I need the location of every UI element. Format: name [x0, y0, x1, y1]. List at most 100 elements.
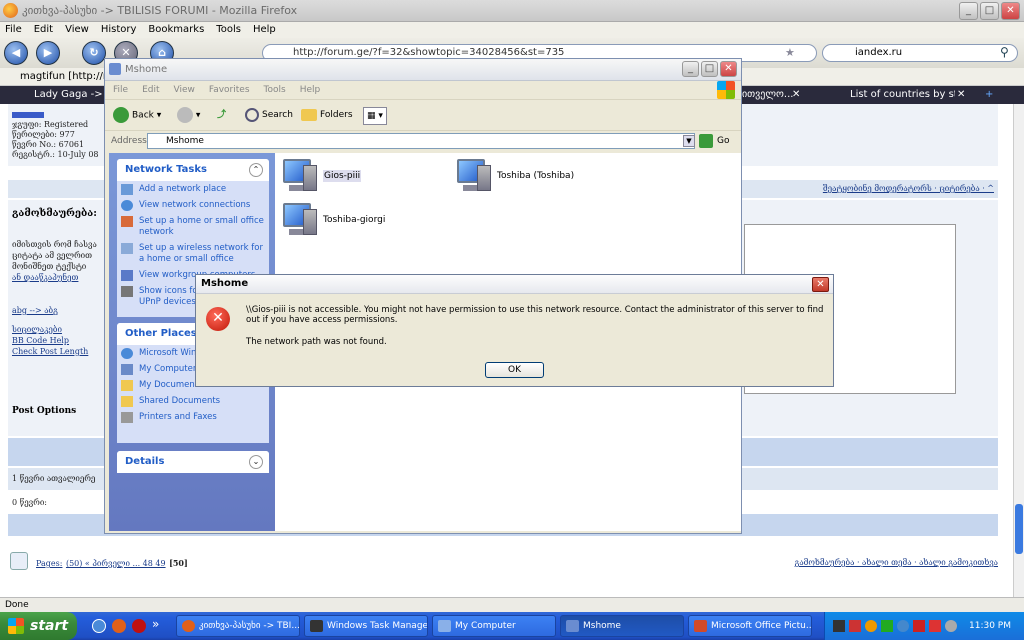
close-button[interactable]: ✕: [1001, 2, 1020, 20]
details-header[interactable]: Details ⌄: [117, 451, 269, 473]
setup-home-network[interactable]: Set up a home or small office network: [117, 213, 269, 240]
reply-new-topic-links[interactable]: გამოხმაურება · ახალი თემა · ახალი გამოკი…: [795, 558, 998, 567]
address-input[interactable]: Mshome: [147, 133, 695, 149]
place-label: Printers and Faxes: [139, 412, 217, 422]
quicklaunch-firefox-icon[interactable]: [112, 619, 126, 633]
forward-arrow-icon[interactable]: ▶: [36, 41, 60, 65]
computer-gios-piii[interactable]: Gios-piii: [279, 157, 362, 195]
tray-icon[interactable]: [881, 620, 893, 632]
menu-file[interactable]: File: [113, 81, 128, 99]
setup-wireless-network[interactable]: Set up a wireless network for a home or …: [117, 240, 269, 267]
tab-countries[interactable]: List of countries by st...: [830, 86, 955, 104]
task-my-computer[interactable]: My Computer: [432, 615, 556, 637]
ok-button[interactable]: OK: [485, 362, 544, 378]
menu-help[interactable]: Help: [253, 22, 276, 38]
search-icon[interactable]: ⚲: [1000, 45, 1009, 59]
star-icon[interactable]: ★: [785, 46, 795, 59]
menu-favorites[interactable]: Favorites: [209, 81, 250, 99]
task-task-manager[interactable]: Windows Task Manager: [304, 615, 428, 637]
menu-view[interactable]: View: [65, 22, 89, 38]
tab-lady-gaga[interactable]: Lady Gaga -> TE: [14, 86, 104, 104]
place-label: Shared Documents: [139, 396, 221, 406]
expand-icon[interactable]: ⌄: [249, 455, 263, 469]
network-tasks-header[interactable]: Network Tasks ⌃: [117, 159, 269, 181]
menu-tools[interactable]: Tools: [264, 81, 286, 99]
close-button[interactable]: ✕: [812, 277, 829, 292]
pages-label[interactable]: Pages:: [36, 559, 62, 568]
search-button[interactable]: Search: [245, 107, 293, 123]
tray-icon[interactable]: [897, 620, 909, 632]
task-label: Add a network place: [139, 184, 227, 194]
tray-icon[interactable]: [865, 620, 877, 632]
close-button[interactable]: ✕: [720, 61, 737, 77]
clock[interactable]: 11:30 PM: [969, 612, 1011, 640]
collapse-icon[interactable]: ⌃: [249, 163, 263, 177]
new-tab-icon[interactable]: +: [985, 86, 993, 104]
tray-icon[interactable]: [913, 620, 925, 632]
connections-icon: [121, 200, 133, 211]
task-firefox[interactable]: კითხვა-პასუხი -> TBI...: [176, 615, 300, 637]
go-arrow-icon[interactable]: [699, 134, 713, 148]
view-network-connections[interactable]: View network connections: [117, 197, 269, 213]
menu-history[interactable]: History: [101, 22, 137, 38]
wireless-icon: [121, 243, 133, 254]
place-label: My Computer: [139, 364, 197, 374]
maximize-button[interactable]: □: [701, 61, 718, 77]
tab-close-icon[interactable]: ✕: [957, 86, 965, 104]
tray-icon[interactable]: [929, 620, 941, 632]
start-button[interactable]: start: [0, 612, 77, 640]
go-button[interactable]: Go: [717, 131, 729, 151]
address-bar: Address Mshome ▼ Go: [105, 131, 741, 151]
scroll-thumb[interactable]: [1015, 504, 1023, 554]
computer-toshiba-giorgi[interactable]: Toshiba-giorgi: [279, 201, 385, 239]
back-arrow-icon[interactable]: ◀: [4, 41, 28, 65]
picture-manager-icon: [694, 620, 707, 632]
explorer-menubar: File Edit View Favorites Tools Help: [105, 81, 741, 99]
moderator-links[interactable]: შეატყობინე მოდერატორს · ციტირება · ^: [823, 184, 994, 193]
quicklaunch-opera-icon[interactable]: [132, 619, 146, 633]
menu-edit[interactable]: Edit: [34, 22, 53, 38]
menu-file[interactable]: File: [5, 22, 22, 38]
minimize-button[interactable]: _: [959, 2, 978, 20]
up-folder-icon[interactable]: ⤴: [217, 107, 226, 123]
task-mshome[interactable]: Mshome: [560, 615, 684, 637]
page-links[interactable]: (50) « პირველი ... 48 49: [66, 559, 166, 568]
page-scrollbar[interactable]: [1013, 104, 1024, 597]
menu-help[interactable]: Help: [300, 81, 321, 99]
task-office-picture[interactable]: Microsoft Office Pictu...: [688, 615, 812, 637]
dialog-title-bar: Mshome ✕: [196, 275, 833, 294]
chevron-right-icon[interactable]: »: [152, 617, 159, 631]
bookmark-magtifun[interactable]: magtifun [http://ma: [0, 71, 119, 82]
computer-icon: [121, 364, 133, 375]
pages-icon: [10, 552, 28, 570]
place-printers[interactable]: Printers and Faxes: [117, 409, 269, 425]
status-text: Done: [5, 600, 29, 610]
search-box[interactable]: iandex.ru: [822, 44, 1018, 62]
quicklaunch-ie-icon[interactable]: [92, 619, 106, 633]
menu-edit[interactable]: Edit: [142, 81, 159, 99]
tray-icon[interactable]: [945, 620, 957, 632]
error-dialog: Mshome ✕ ✕ \\Gios-piii is not accessible…: [195, 274, 834, 387]
network-tasks-title: Network Tasks: [125, 164, 207, 175]
reload-icon[interactable]: ↻: [82, 41, 106, 65]
folders-button[interactable]: Folders: [301, 107, 353, 123]
computer-toshiba[interactable]: Toshiba (Toshiba): [453, 157, 574, 195]
menu-view[interactable]: View: [174, 81, 195, 99]
place-shared-documents[interactable]: Shared Documents: [117, 393, 269, 409]
add-network-place[interactable]: Add a network place: [117, 181, 269, 197]
forward-button[interactable]: ▾: [177, 107, 200, 124]
task-label: Windows Task Manager: [327, 621, 428, 631]
folder-icon: [301, 108, 317, 121]
menu-bookmarks[interactable]: Bookmarks: [148, 22, 204, 38]
minimize-button[interactable]: _: [682, 61, 699, 77]
chevron-down-icon[interactable]: ▼: [683, 135, 695, 147]
tab-close-icon[interactable]: ✕: [792, 86, 800, 104]
menu-tools[interactable]: Tools: [216, 22, 241, 38]
rank-icon: [12, 112, 44, 118]
tray-icon[interactable]: [833, 620, 845, 632]
maximize-button[interactable]: □: [980, 2, 999, 20]
upnp-icon: [121, 286, 133, 297]
tray-icon[interactable]: [849, 620, 861, 632]
views-icon[interactable]: ▦ ▾: [363, 107, 387, 125]
back-button[interactable]: Back ▾: [113, 107, 161, 124]
